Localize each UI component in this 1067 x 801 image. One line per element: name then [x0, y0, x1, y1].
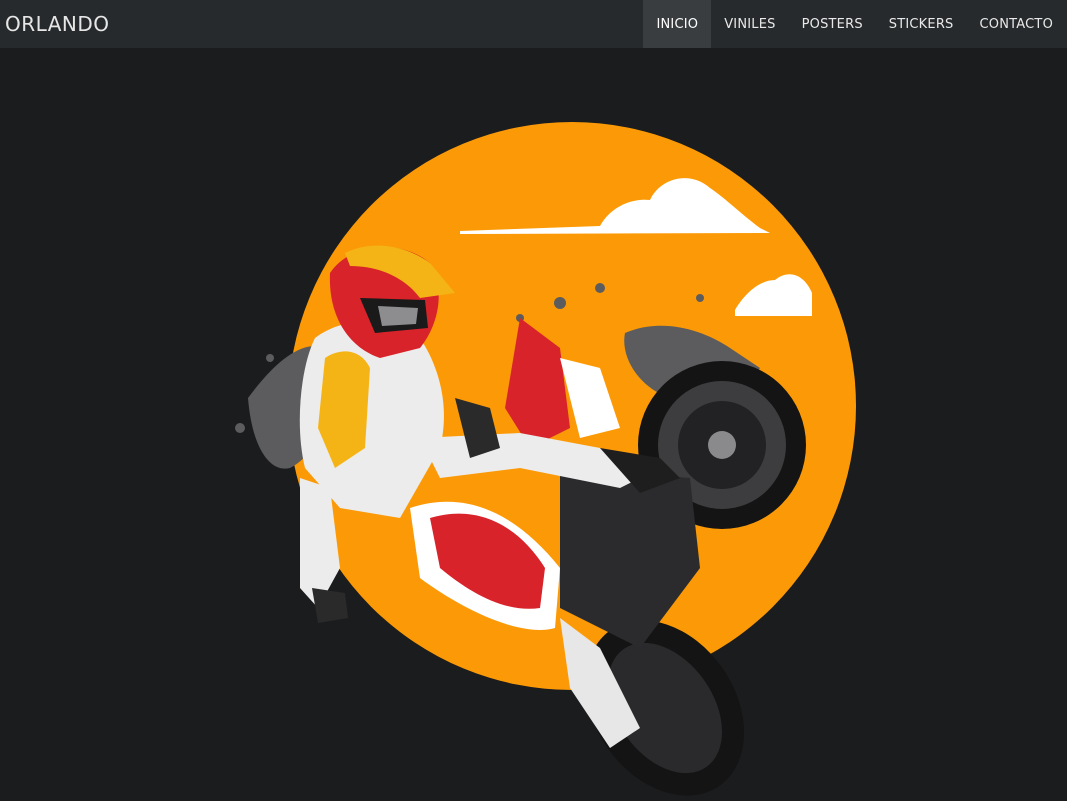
nav-link-contacto[interactable]: CONTACTO: [967, 0, 1066, 48]
nav-link-inicio[interactable]: INICIO: [643, 0, 712, 48]
nav-link-stickers[interactable]: STICKERS: [876, 0, 967, 48]
nav-link-posters[interactable]: POSTERS: [789, 0, 876, 48]
brand-logo[interactable]: ORLANDO: [0, 12, 110, 36]
hero-banner: [0, 48, 1067, 801]
nav-menu: INICIO VINILES POSTERS STICKERS CONTACTO: [643, 0, 1066, 48]
top-navbar: ORLANDO INICIO VINILES POSTERS STICKERS …: [0, 0, 1067, 48]
nav-link-viniles[interactable]: VINILES: [711, 0, 788, 48]
motocross-rider-illustration: [235, 122, 856, 796]
